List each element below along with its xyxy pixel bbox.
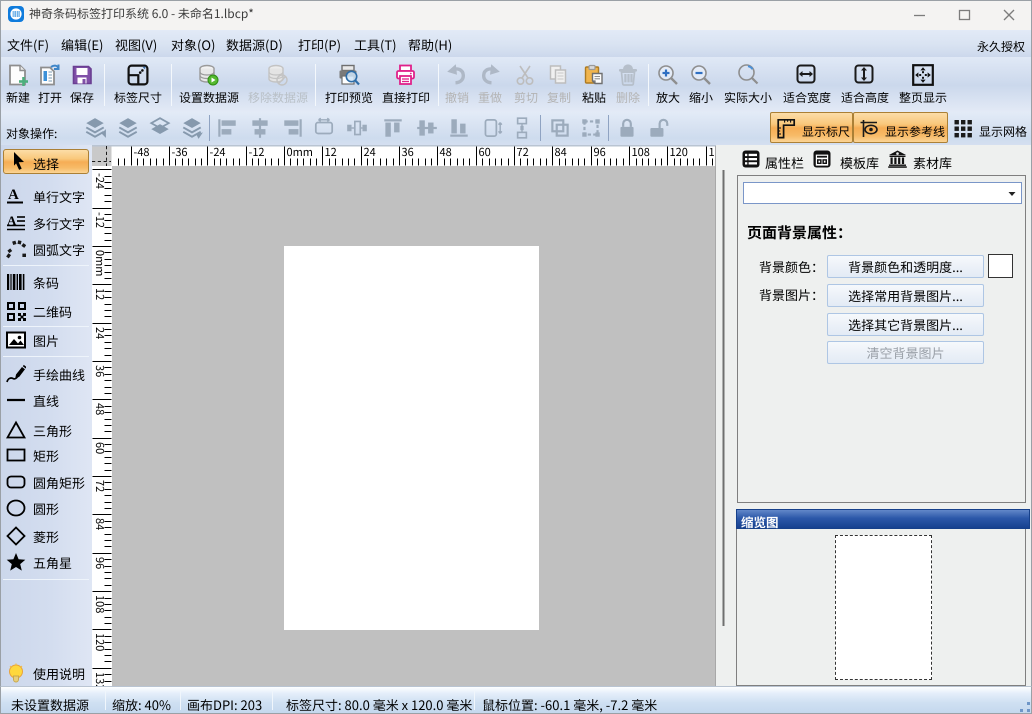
svg-text:96: 96 [594, 145, 606, 160]
svg-text:A: A [8, 187, 19, 203]
svg-text:72: 72 [517, 145, 529, 160]
svg-text:-12: -12 [249, 145, 265, 160]
svg-text:120: 120 [670, 145, 688, 160]
svg-text:24: 24 [364, 145, 376, 160]
svg-text:-24: -24 [92, 173, 108, 189]
svg-text:60: 60 [92, 442, 108, 454]
svg-text:0mm: 0mm [287, 145, 313, 160]
svg-text:60: 60 [479, 145, 491, 160]
svg-text:108: 108 [632, 145, 650, 160]
svg-text:84: 84 [555, 145, 567, 160]
svg-text:-36: -36 [172, 145, 188, 160]
svg-text:84: 84 [92, 518, 108, 530]
svg-text:48: 48 [440, 145, 452, 160]
svg-text:48: 48 [92, 403, 108, 415]
svg-text:12: 12 [325, 145, 337, 160]
svg-text:12: 12 [92, 288, 108, 300]
svg-text:-48: -48 [134, 145, 150, 160]
svg-text:36: 36 [402, 145, 414, 160]
svg-text:-24: -24 [210, 145, 226, 160]
svg-text:24: 24 [92, 327, 108, 339]
svg-text:96: 96 [92, 557, 108, 569]
svg-text:36: 36 [92, 365, 108, 377]
svg-text:72: 72 [92, 480, 108, 492]
